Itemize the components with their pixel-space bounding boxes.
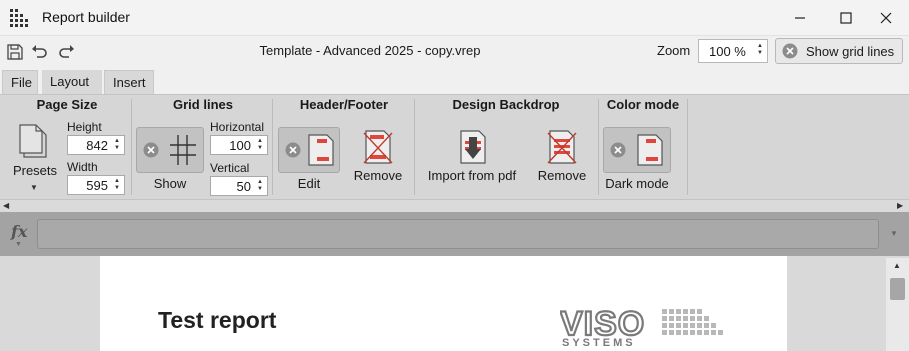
remove-label: Remove [353,168,403,183]
vertical-label: Vertical [210,161,250,175]
logo-systems-text: SYSTEMS [562,337,636,347]
grid-icon [170,135,196,165]
zoom-value: 100 % [709,44,746,59]
remove-backdrop-label: Remove [537,168,587,183]
ribbon-tabs: File Layout Insert [0,70,909,94]
show-grid-button[interactable] [136,127,204,173]
page-stack-icon [19,124,47,158]
viso-systems-logo: VISO SYSTEMS [560,305,723,347]
minimize-button[interactable] [777,0,823,36]
width-value: 595 [86,178,108,193]
remove-header-footer-button[interactable]: Remove [348,127,408,195]
circle-x-icon [285,142,301,158]
group-separator [598,99,599,195]
page-remove-icon [363,130,393,164]
fx-icon[interactable]: fx [11,222,27,241]
report-title[interactable]: Test report [158,307,276,334]
show-grid-lines-label: Show grid lines [806,44,895,59]
vertical-scrollbar[interactable]: ▲ [886,258,909,351]
close-button[interactable] [863,0,909,36]
height-value: 842 [86,138,108,153]
height-input[interactable]: 842 ▲ ▼ [67,135,125,155]
scroll-up-icon[interactable]: ▲ [893,261,901,270]
maximize-icon [840,12,852,24]
circle-x-icon [610,142,626,158]
width-spinner-icon[interactable]: ▲ ▼ [113,178,121,192]
pdf-import-icon [460,130,486,164]
width-label: Width [67,160,98,174]
ribbon-panel: Page Size Presets ▼ Height 842 ▲ ▼ Width … [0,94,909,200]
tab-file[interactable]: File [2,70,38,94]
horizontal-input[interactable]: 100 ▲ ▼ [210,135,268,155]
dark-mode-button[interactable] [603,127,671,173]
page-size-title: Page Size [36,97,98,112]
window-title: Report builder [42,9,130,25]
horizontal-spinner-icon[interactable]: ▲ ▼ [256,138,264,152]
header-footer-title: Header/Footer [299,97,389,112]
circle-x-icon [782,43,798,59]
width-input[interactable]: 595 ▲ ▼ [67,175,125,195]
zoom-spinner-icon[interactable]: ▲ ▼ [756,43,764,57]
grid-lines-title: Grid lines [173,97,233,112]
import-from-pdf-label: Import from pdf [427,168,517,183]
height-spinner-icon[interactable]: ▲ ▼ [113,138,121,152]
dots-grid-icon [10,9,28,27]
presets-button[interactable]: Presets ▼ [8,123,62,197]
dark-mode-page-icon [637,134,663,166]
edit-label: Edit [297,176,321,191]
vertical-input[interactable]: 50 ▲ ▼ [210,176,268,196]
quick-access-bar: Template - Advanced 2025 - copy.vrep Zoo… [0,36,909,66]
show-label: Show [153,176,187,191]
formula-expand-icon[interactable]: ▼ [890,229,898,238]
group-separator [272,99,273,195]
minimize-icon [795,17,805,19]
vertical-value: 50 [236,179,251,194]
design-backdrop-title: Design Backdrop [452,97,560,112]
circle-x-icon [143,142,159,158]
zoom-input[interactable]: 100 % ▲ ▼ [698,39,768,63]
scrollbar-thumb[interactable] [890,278,905,300]
tab-layout[interactable]: Layout [42,70,102,94]
group-separator [131,99,132,195]
ribbon-scrollbar[interactable]: ◀ ▶ [0,200,909,212]
group-separator [414,99,415,195]
document-filename: Template - Advanced 2025 - copy.vrep [259,43,481,58]
vertical-spinner-icon[interactable]: ▲ ▼ [256,179,264,193]
backdrop-remove-icon [547,130,577,164]
edit-header-footer-button[interactable] [278,127,340,173]
dropdown-arrow-icon: ▼ [30,183,38,192]
show-grid-lines-button[interactable]: Show grid lines [775,38,903,64]
scroll-right-icon[interactable]: ▶ [897,201,903,210]
horizontal-value: 100 [229,138,251,153]
zoom-label: Zoom [657,43,691,58]
close-icon [880,12,892,24]
header-footer-icon [308,134,334,166]
tab-insert[interactable]: Insert [104,70,154,94]
title-bar: Report builder [0,0,909,36]
height-label: Height [67,120,102,134]
horizontal-label: Horizontal [210,120,265,134]
import-from-pdf-button[interactable]: Import from pdf [420,127,524,195]
formula-input[interactable] [37,219,879,249]
dark-mode-label: Dark mode [605,176,669,191]
group-separator [687,99,688,195]
scroll-left-icon[interactable]: ◀ [3,201,9,210]
remove-backdrop-button[interactable]: Remove [532,127,592,195]
color-mode-title: Color mode [606,97,680,112]
fx-dropdown-icon[interactable]: ▼ [15,241,22,248]
presets-label: Presets [12,163,58,178]
